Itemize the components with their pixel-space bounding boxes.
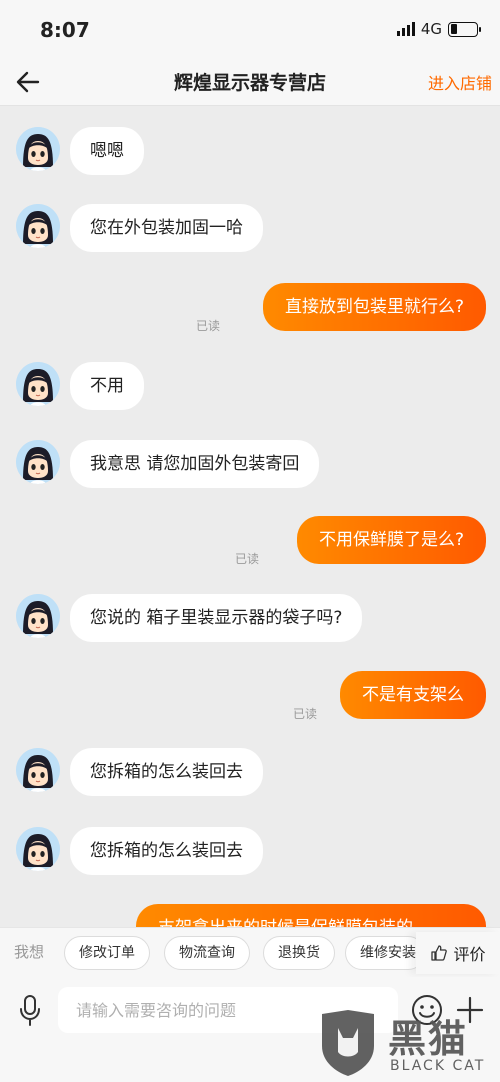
read-status: 已读 bbox=[293, 707, 318, 721]
quick-reply-label: 我想 bbox=[14, 943, 45, 961]
outgoing-message: 不是有支架么 bbox=[340, 671, 486, 719]
status-indicators: 4G bbox=[396, 20, 481, 38]
avatar[interactable] bbox=[16, 594, 60, 638]
avatar[interactable] bbox=[16, 204, 60, 248]
read-status: 已读 bbox=[196, 319, 221, 333]
incoming-message: 您在外包装加固一哈 bbox=[70, 204, 263, 252]
signal-icon bbox=[396, 22, 415, 36]
watermark-title: 黑猫 bbox=[388, 1017, 469, 1061]
chat-header: 辉煌显示器专营店 进入店铺 bbox=[0, 58, 500, 106]
outgoing-message: 直接放到包装里就行么? bbox=[262, 283, 486, 331]
avatar[interactable] bbox=[16, 127, 60, 171]
avatar[interactable] bbox=[16, 440, 60, 484]
chip-modify-order[interactable]: 修改订单 bbox=[64, 936, 150, 970]
shop-title: 辉煌显示器专营店 bbox=[173, 72, 326, 94]
watermark: 黑猫 BLACK CAT bbox=[312, 1006, 492, 1080]
battery-icon bbox=[448, 21, 481, 37]
status-time: 8:07 bbox=[40, 18, 90, 42]
incoming-message: 您说的 箱子里装显示器的袋子吗? bbox=[70, 594, 363, 642]
avatar[interactable] bbox=[16, 748, 60, 792]
review-label: 评价 bbox=[453, 945, 486, 964]
watermark-subtitle: BLACK CAT bbox=[390, 1058, 486, 1074]
outgoing-message: 支架拿出来的时候是保鲜膜包装的 bbox=[136, 904, 486, 927]
chip-logistics[interactable]: 物流查询 bbox=[164, 936, 250, 970]
network-type: 4G bbox=[420, 20, 442, 38]
status-bar: 8:07 4G bbox=[0, 0, 500, 58]
chat-messages[interactable]: 嗯嗯 您在外包装加固一哈 已读 直接放到包装里就行么? 不用 我意思 请您加固外… bbox=[0, 107, 500, 927]
outgoing-message: 不用保鲜膜了是么? bbox=[296, 516, 486, 564]
chip-return-exchange[interactable]: 退换货 bbox=[263, 936, 335, 970]
read-status: 已读 bbox=[235, 552, 260, 566]
incoming-message: 您拆箱的怎么装回去 bbox=[70, 748, 263, 796]
incoming-message: 您拆箱的怎么装回去 bbox=[70, 827, 263, 875]
review-button[interactable]: 评价 bbox=[416, 932, 500, 974]
avatar[interactable] bbox=[16, 827, 60, 871]
incoming-message: 嗯嗯 bbox=[70, 127, 144, 175]
incoming-message: 不用 bbox=[70, 362, 144, 410]
enter-shop-link[interactable]: 进入店铺 bbox=[428, 70, 492, 94]
incoming-message: 我意思 请您加固外包装寄回 bbox=[70, 440, 320, 488]
microphone-icon[interactable] bbox=[15, 993, 45, 1027]
avatar[interactable] bbox=[16, 362, 60, 406]
quick-reply-bar: 我想 修改订单 物流查询 退换货 维修安装 评价 bbox=[0, 927, 500, 977]
thumbs-up-icon bbox=[431, 945, 448, 961]
chip-repair-install[interactable]: 维修安装 bbox=[345, 936, 425, 970]
black-cat-logo-icon bbox=[322, 1010, 374, 1076]
